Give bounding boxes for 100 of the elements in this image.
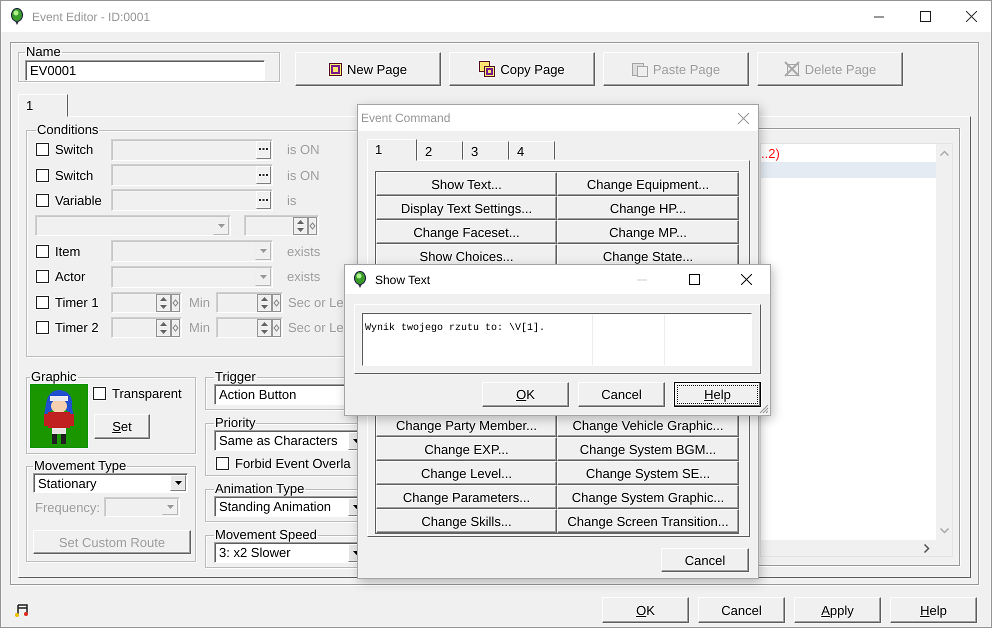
spinner-arrows-icon bbox=[293, 217, 317, 236]
command-button[interactable]: Change EXP... bbox=[376, 437, 557, 461]
set-button[interactable]: Set bbox=[94, 414, 150, 439]
dialog-button[interactable]: Apply bbox=[794, 597, 881, 623]
close-icon[interactable] bbox=[741, 274, 752, 285]
spinner-arrows-icon bbox=[156, 294, 180, 312]
command-button[interactable]: Change Equipment... bbox=[557, 172, 739, 196]
command-button[interactable]: Change Skills... bbox=[376, 509, 557, 533]
ellipsis-icon bbox=[259, 198, 268, 202]
dropdown-arrow-icon bbox=[166, 505, 174, 509]
picker-field[interactable] bbox=[111, 138, 273, 161]
command-row[interactable]: ..2) bbox=[761, 146, 937, 162]
condition-label: Variable bbox=[55, 192, 103, 208]
group-label: Conditions bbox=[36, 123, 100, 137]
movement-type-dropdown[interactable]: Stationary bbox=[33, 473, 188, 493]
page-tab[interactable]: 1 bbox=[18, 94, 68, 117]
dialog-button[interactable]: OK bbox=[482, 382, 569, 407]
cancel-button[interactable]: Cancel bbox=[661, 548, 749, 572]
command-button[interactable]: Show Text... bbox=[376, 172, 557, 196]
maximize-icon[interactable] bbox=[920, 11, 931, 22]
dialog-title: Event Command bbox=[361, 111, 450, 125]
minutes-spinner[interactable] bbox=[111, 292, 182, 313]
page-button[interactable]: Copy Page bbox=[449, 52, 595, 86]
command-tab[interactable]: 3 bbox=[463, 141, 509, 160]
dropdown-arrow-icon bbox=[174, 481, 182, 485]
name-field[interactable]: EV0001 bbox=[25, 60, 265, 81]
delete-icon bbox=[784, 61, 800, 77]
condition-suffix: Sec or Le bbox=[288, 294, 344, 310]
horizontal-scrollbar[interactable] bbox=[761, 540, 952, 556]
dialog-title: Show Text bbox=[375, 272, 430, 286]
checkbox[interactable] bbox=[36, 143, 49, 156]
dropdown-arrow-icon bbox=[218, 224, 224, 228]
condition-suffix: exists bbox=[287, 269, 320, 284]
spinner-arrows-icon bbox=[257, 318, 281, 337]
seconds-spinner[interactable] bbox=[216, 292, 283, 313]
message-text-area[interactable]: Wynik twojego rzutu to: \V[1]. bbox=[362, 313, 752, 366]
minutes-spinner[interactable] bbox=[111, 316, 182, 338]
checkbox[interactable] bbox=[36, 168, 49, 182]
command-tab[interactable]: 4 bbox=[509, 141, 555, 160]
command-tab[interactable]: 1 bbox=[367, 139, 417, 161]
spinner-arrows-icon bbox=[156, 318, 180, 337]
gem-icon bbox=[11, 8, 23, 26]
condition-label: Item bbox=[55, 244, 82, 259]
checkbox[interactable] bbox=[36, 244, 49, 258]
dialog-button[interactable]: OK bbox=[602, 597, 689, 623]
command-button[interactable]: Change System Graphic... bbox=[557, 485, 739, 509]
unit-label: Min bbox=[188, 294, 211, 310]
condition-label: Actor bbox=[55, 269, 86, 284]
checkbox[interactable] bbox=[36, 194, 49, 207]
condition-label: Switch bbox=[55, 168, 94, 183]
group-label: Movement Speed bbox=[214, 528, 318, 542]
condition-suffix: Sec or Le bbox=[288, 320, 344, 335]
frequency-label: Frequency: bbox=[35, 500, 100, 514]
command-button[interactable]: Change Parameters... bbox=[376, 485, 557, 509]
event-commands-list[interactable]: ..2) bbox=[760, 143, 953, 557]
command-button[interactable]: Change System BGM... bbox=[557, 437, 739, 461]
seconds-spinner[interactable] bbox=[216, 316, 283, 338]
condition-suffix: is ON bbox=[287, 168, 320, 183]
maximize-icon[interactable] bbox=[689, 274, 700, 285]
page-icon bbox=[329, 62, 342, 76]
group-label: Trigger bbox=[214, 370, 257, 384]
dialog-button[interactable]: Help bbox=[674, 382, 761, 407]
command-button[interactable]: Change Faceset... bbox=[376, 220, 557, 244]
dialog-button[interactable]: Cancel bbox=[578, 382, 665, 407]
command-button[interactable]: Display Text Settings... bbox=[376, 196, 557, 220]
gem-icon bbox=[354, 270, 366, 288]
close-icon[interactable] bbox=[966, 11, 977, 22]
scroll-down-icon[interactable] bbox=[940, 528, 948, 534]
command-button[interactable]: Change Screen Transition... bbox=[557, 509, 739, 533]
picker-field[interactable] bbox=[111, 189, 273, 212]
checkbox[interactable] bbox=[216, 457, 229, 470]
value-spinner[interactable] bbox=[244, 215, 319, 236]
frequency-dropdown[interactable] bbox=[104, 497, 180, 517]
checkbox-label: Forbid Event Overla bbox=[235, 456, 351, 471]
checkbox-label: Transparent bbox=[112, 386, 182, 401]
condition-suffix: exists bbox=[287, 244, 320, 259]
command-button[interactable]: Change MP... bbox=[557, 220, 739, 244]
command-button[interactable]: Change Level... bbox=[376, 461, 557, 485]
dialog-button[interactable]: Help bbox=[890, 597, 977, 623]
group-label: Animation Type bbox=[214, 482, 306, 496]
scroll-right-icon[interactable] bbox=[924, 544, 930, 552]
checkbox[interactable] bbox=[93, 387, 106, 400]
group-label: Priority bbox=[214, 416, 256, 430]
checkbox[interactable] bbox=[36, 320, 49, 334]
checkbox[interactable] bbox=[36, 296, 49, 309]
dropdown-arrow-icon bbox=[260, 274, 266, 279]
picker-field[interactable] bbox=[111, 164, 273, 186]
music-note-icon[interactable] bbox=[14, 603, 28, 617]
page-button[interactable]: New Page bbox=[295, 52, 441, 86]
command-tab[interactable]: 2 bbox=[417, 141, 463, 160]
resize-grip-icon[interactable] bbox=[759, 404, 769, 414]
dialog-button[interactable]: Cancel bbox=[698, 597, 785, 623]
command-button[interactable]: Change System SE... bbox=[557, 461, 739, 485]
checkbox[interactable] bbox=[36, 270, 49, 284]
command-button[interactable]: Change HP... bbox=[557, 196, 739, 220]
vertical-scrollbar[interactable] bbox=[936, 144, 952, 540]
condition-suffix: is ON bbox=[287, 142, 320, 158]
condition-label: Timer 1 bbox=[55, 294, 100, 310]
ellipsis-icon bbox=[259, 148, 268, 152]
scroll-up-icon[interactable] bbox=[940, 150, 948, 156]
